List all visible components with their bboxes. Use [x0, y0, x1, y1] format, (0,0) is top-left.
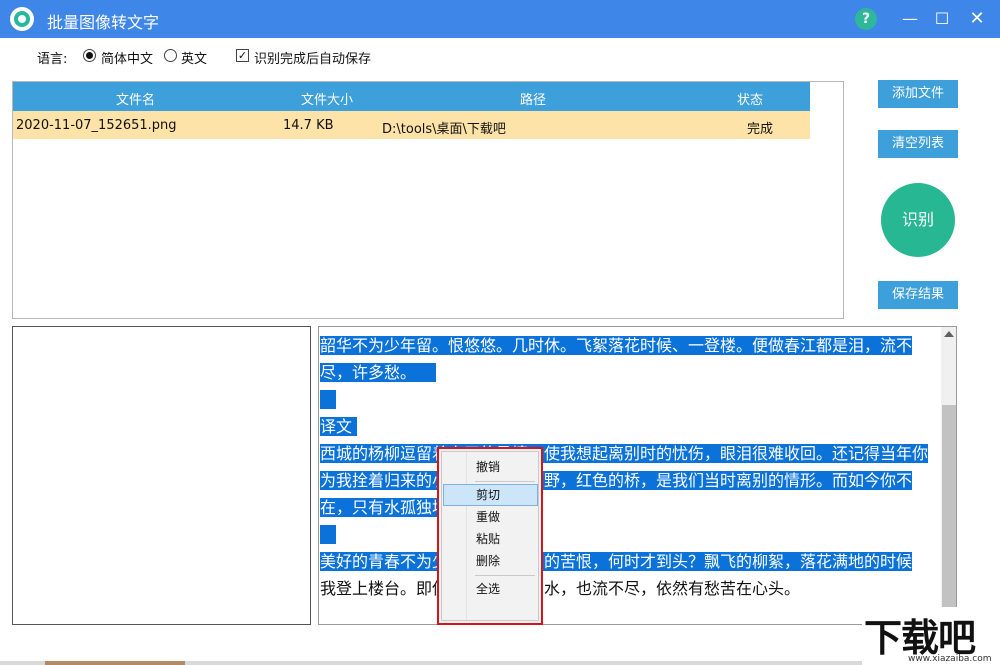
menu-separator: [475, 575, 535, 576]
table-row[interactable]: 2020-11-07_152651.png 14.7 KB D:\tools\桌…: [13, 111, 810, 139]
file-list-table[interactable]: 文件名 文件大小 路径 状态 2020-11-07_152651.png 14.…: [12, 81, 844, 319]
autosave-checkbox[interactable]: ✓: [236, 49, 249, 62]
scroll-up-arrow-icon[interactable]: [944, 331, 954, 337]
cell-path: D:\tools\桌面\下载吧: [382, 118, 506, 137]
context-menu: 撤销 剪切 重做 粘贴 删除 全选: [437, 447, 543, 625]
clear-list-button[interactable]: 清空列表: [878, 130, 958, 158]
table-header: 文件名 文件大小 路径 状态: [13, 82, 810, 111]
watermark-url: www.xiazaiba.com: [908, 654, 992, 664]
result-line: 在，只有水孤独地流。: [320, 494, 940, 521]
add-file-button[interactable]: 添加文件: [878, 80, 958, 108]
menu-separator: [475, 481, 535, 482]
autosave-label[interactable]: 识别完成后自动保存: [254, 48, 371, 67]
cell-filename: 2020-11-07_152651.png: [16, 118, 177, 133]
menu-item-delete[interactable]: 删除: [443, 550, 538, 572]
menu-item-undo[interactable]: 撤销: [443, 456, 538, 478]
result-textarea[interactable]: 韶华不为少年留。恨悠悠。几时休。飞絮落花时候、一登楼。便做春江都是泪，流不 尽，…: [318, 326, 957, 625]
radio-simplified-chinese-label[interactable]: 简体中文: [101, 48, 153, 67]
result-scrollbar[interactable]: [941, 327, 957, 624]
close-button[interactable]: ✕: [960, 0, 994, 38]
radio-english[interactable]: [164, 49, 177, 62]
save-result-button[interactable]: 保存结果: [878, 281, 958, 309]
result-line: 西城的杨柳逗留着春天的柔情，使我想起离别时的忧伤，眼泪很难收回。还记得当年你: [320, 440, 940, 467]
result-line: 尽，许多愁。: [320, 359, 940, 386]
radio-simplified-chinese[interactable]: [83, 49, 96, 62]
window-title: 批量图像转文字: [47, 9, 159, 33]
options-row: 语言: 简体中文 英文 ✓ 识别完成后自动保存: [0, 40, 1000, 72]
result-line: [320, 521, 940, 548]
result-line: 美好的青春不为少年停留，离别的苦恨，何时才到头？飘飞的柳絮，落花满地的时候: [320, 548, 940, 575]
column-header-filename[interactable]: 文件名: [116, 89, 155, 108]
menu-item-cut[interactable]: 剪切: [443, 484, 538, 506]
minimize-button[interactable]: —: [893, 0, 927, 38]
menu-item-select-all[interactable]: 全选: [443, 578, 538, 600]
watermark: 下载吧 www.xiazaiba.com: [862, 607, 1000, 665]
result-text[interactable]: 韶华不为少年留。恨悠悠。几时休。飞絮落花时候、一登楼。便做春江都是泪，流不 尽，…: [320, 332, 940, 602]
result-line: 韶华不为少年留。恨悠悠。几时休。飞絮落花时候、一登楼。便做春江都是泪，流不: [320, 332, 940, 359]
result-line: [320, 386, 940, 413]
title-bar: 批量图像转文字 ? — ☐ ✕: [0, 0, 1000, 38]
scrollbar-thumb[interactable]: [942, 405, 956, 615]
language-label: 语言:: [37, 48, 67, 67]
recognize-button[interactable]: 识别: [881, 183, 955, 257]
menu-item-redo[interactable]: 重做: [443, 506, 538, 528]
bottom-strip: [0, 661, 862, 665]
maximize-button[interactable]: ☐: [925, 0, 959, 38]
menu-item-paste[interactable]: 粘贴: [443, 528, 538, 550]
help-button[interactable]: ?: [855, 8, 877, 30]
column-header-filesize[interactable]: 文件大小: [301, 89, 353, 108]
image-preview-pane: [12, 326, 311, 625]
column-header-status[interactable]: 状态: [737, 89, 763, 108]
result-line: 我登上楼台。即使春江都化作泪水，也流不尽，依然有愁苦在心头。: [320, 575, 940, 602]
cell-filesize: 14.7 KB: [283, 118, 334, 133]
cell-status: 完成: [747, 118, 773, 137]
radio-english-label[interactable]: 英文: [181, 48, 207, 67]
context-menu-body: 撤销 剪切 重做 粘贴 删除 全选: [441, 451, 539, 621]
result-line: 译文: [320, 413, 940, 440]
app-logo-icon: [10, 7, 34, 31]
result-line: 为我拴着归来的小船，碧绿的原野，红色的桥，是我们当时离别的情形。而如今你不: [320, 467, 940, 494]
column-header-path[interactable]: 路径: [520, 89, 546, 108]
